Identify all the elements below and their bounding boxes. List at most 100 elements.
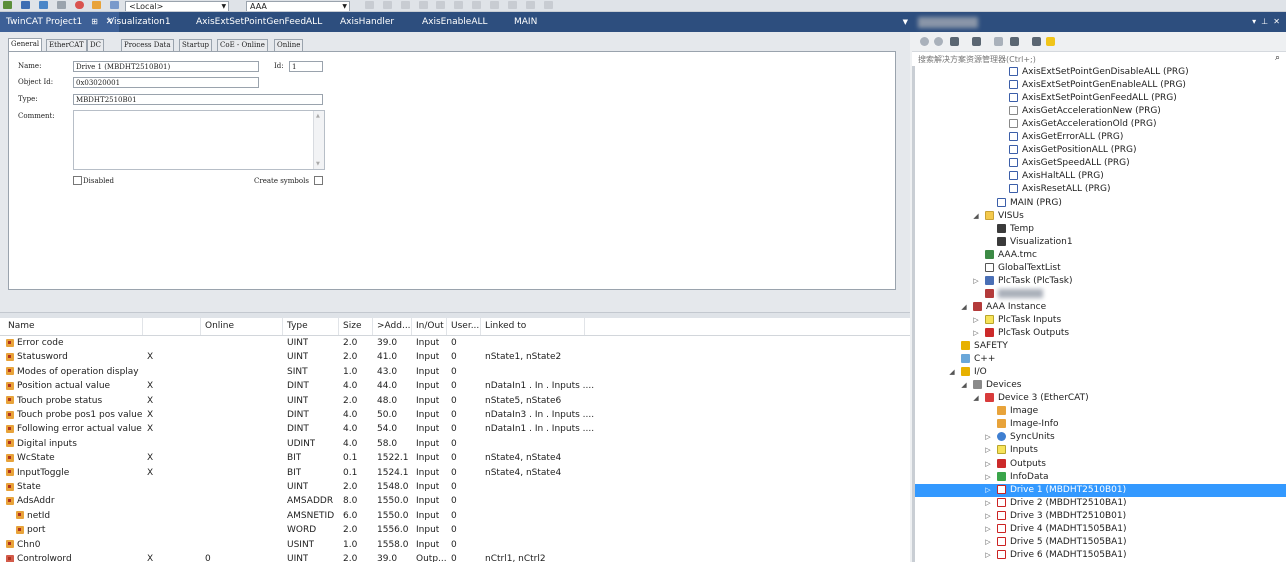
column-size[interactable]: Size	[339, 318, 373, 335]
tree-node[interactable]: ▷ PlcTask (PlcTask)	[973, 275, 1072, 288]
create-symbols-checkbox[interactable]	[314, 176, 323, 185]
scroll-up-icon[interactable]: ▲	[316, 113, 320, 119]
expand-arrow-icon[interactable]: ▷	[983, 536, 993, 549]
search-icon[interactable]: ⌕	[1275, 53, 1280, 63]
table-row[interactable]: Controlword X 0 UINT 2.0 39.0 Outp... 0 nCtrl1, …	[0, 552, 910, 562]
toggle-icon[interactable]	[110, 1, 120, 9]
table-row[interactable]: WcState X BIT 0.1 1522.1 Input 0 nState4, nStat…	[0, 451, 910, 465]
search-input[interactable]	[918, 53, 1258, 65]
object-id-field[interactable]: 0x03020001	[73, 77, 259, 88]
tree-node[interactable]: ◢ I/O	[949, 366, 987, 379]
table-row[interactable]: Error code UINT 2.0 39.0 Input 0	[0, 336, 910, 350]
type-field[interactable]: MBDHT2510B01	[73, 94, 323, 105]
column-name[interactable]: Name	[0, 318, 143, 335]
table-row[interactable]: Touch probe pos1 pos value X DINT 4.0 50.0 In…	[0, 408, 910, 422]
column-type[interactable]: Type	[283, 318, 339, 335]
tree-node[interactable]: ▷ Drive 2 (MBDHT2510BA1)	[985, 497, 1127, 510]
tree-node[interactable]: AxisGetAccelerationNew (PRG)	[1009, 105, 1161, 118]
table-row[interactable]: Touch probe status X UINT 2.0 48.0 Input 0 nSta…	[0, 394, 910, 408]
table-row[interactable]: Position actual value X DINT 4.0 44.0 Input 0 n…	[0, 379, 910, 393]
expand-arrow-icon[interactable]: ▷	[971, 327, 981, 340]
tree-node[interactable]: ◢ Devices	[961, 379, 1021, 392]
activate-config-icon[interactable]	[20, 1, 30, 9]
back-icon[interactable]	[920, 37, 929, 46]
tree-node[interactable]: AxisHaltALL (PRG)	[1009, 170, 1104, 183]
refresh-icon[interactable]	[490, 1, 499, 9]
tree-node[interactable]: ▷ SyncUnits	[985, 431, 1055, 444]
column-address[interactable]: >Add...	[373, 318, 412, 335]
tree-node[interactable]: ◢ VISUs	[973, 210, 1024, 223]
table-row[interactable]: State UINT 2.0 1548.0 Input 0	[0, 480, 910, 494]
refresh-icon[interactable]	[994, 37, 1003, 46]
expand-arrow-icon[interactable]: ▷	[983, 549, 993, 562]
scan-icon[interactable]	[92, 1, 102, 9]
table-row[interactable]: InputToggle X BIT 0.1 1524.1 Input 0 nState4, n…	[0, 466, 910, 480]
name-field[interactable]: Drive 1 (MBDHT2510B01)	[73, 61, 259, 72]
window-icon[interactable]	[507, 1, 517, 9]
tree-node[interactable]: Image	[997, 405, 1038, 418]
wrench-icon[interactable]	[56, 1, 66, 9]
scroll-down-icon[interactable]: ▼	[316, 161, 320, 167]
restart-icon[interactable]	[38, 1, 48, 9]
tree-node[interactable]: ▷ InfoData	[985, 471, 1049, 484]
redo-icon[interactable]	[543, 1, 553, 9]
stop-icon[interactable]	[400, 1, 410, 9]
column-online[interactable]: Online	[201, 318, 283, 335]
tab-overflow-icon[interactable]: ▼	[903, 12, 908, 32]
tree-node[interactable]: ▷ Drive 3 (MBDHT2510B01)	[985, 510, 1126, 523]
expand-arrow-icon[interactable]: ▷	[983, 510, 993, 523]
tree-node[interactable]: ▷ PlcTask Inputs	[973, 314, 1061, 327]
tree-node[interactable]: AxisGetPositionALL (PRG)	[1009, 144, 1136, 157]
step-out-icon[interactable]	[472, 1, 482, 9]
scrollbar[interactable]: ▲ ▼	[313, 111, 324, 169]
tree-node[interactable]: C++	[961, 353, 995, 366]
collapse-arrow-icon[interactable]: ◢	[959, 379, 969, 392]
plc-project-select[interactable]: AAA ▼	[246, 1, 350, 11]
table-row[interactable]: Statusword X UINT 2.0 41.0 Input 0 nState1, nSt…	[0, 350, 910, 364]
step-icon[interactable]	[436, 1, 446, 9]
table-row[interactable]: Digital inputs UDINT 4.0 58.0 Input 0	[0, 437, 910, 451]
close-icon[interactable]: ✕	[1273, 17, 1280, 26]
tree-node[interactable]: ◢ AAA Instance	[961, 301, 1046, 314]
sync-icon[interactable]	[972, 37, 981, 46]
tree-node[interactable]	[985, 288, 1043, 301]
tab-axis-handler[interactable]: AxisHandler	[334, 12, 400, 32]
tree-node[interactable]: AxisExtSetPointGenDisableALL (PRG)	[1009, 66, 1189, 79]
collapse-arrow-icon[interactable]: ◢	[971, 392, 981, 405]
expand-arrow-icon[interactable]: ▷	[983, 458, 993, 471]
home-icon[interactable]	[950, 37, 959, 46]
table-row[interactable]: port WORD 2.0 1556.0 Input 0	[0, 523, 910, 537]
expand-arrow-icon[interactable]: ▷	[983, 523, 993, 536]
tree-node[interactable]: ▷ Outputs	[985, 458, 1046, 471]
build-icon[interactable]	[3, 1, 12, 9]
step-over-icon[interactable]	[454, 1, 464, 9]
tree-node[interactable]: AxisGetSpeedALL (PRG)	[1009, 157, 1130, 170]
preview-icon[interactable]	[1046, 37, 1055, 46]
tree-node[interactable]: Visualization1	[997, 236, 1073, 249]
tab-main[interactable]: MAIN	[508, 12, 543, 32]
collapse-arrow-icon[interactable]: ◢	[947, 366, 957, 379]
tab-axis-ext-setpoint-gen-feed[interactable]: AxisExtSetPointGenFeedALL	[190, 12, 328, 32]
tree-node[interactable]: ▷ Drive 6 (MADHT1505BA1)	[985, 549, 1127, 562]
column-user[interactable]: User...	[447, 318, 481, 335]
table-row[interactable]: AdsAddr AMSADDR 8.0 1550.0 Input 0	[0, 494, 910, 508]
dropdown-icon[interactable]: ▾	[1252, 17, 1256, 26]
login-icon[interactable]	[364, 1, 374, 9]
tree-node[interactable]: ▷ PlcTask Outputs	[973, 327, 1069, 340]
tab-visualization1[interactable]: Visualization1	[102, 12, 177, 32]
expand-arrow-icon[interactable]: ▷	[983, 497, 993, 510]
expand-arrow-icon[interactable]: ▷	[971, 314, 981, 327]
column-in-out[interactable]: In/Out	[412, 318, 447, 335]
expand-arrow-icon[interactable]: ▷	[983, 484, 993, 497]
expand-arrow-icon[interactable]: ▷	[971, 275, 981, 288]
tree-node[interactable]: AxisGetAccelerationOld (PRG)	[1009, 118, 1156, 131]
tree-node[interactable]: AAA.tmc	[985, 249, 1037, 262]
breakpoint-icon[interactable]	[418, 1, 428, 9]
table-row[interactable]: Chn0 USINT 1.0 1558.0 Input 0	[0, 538, 910, 552]
collapse-arrow-icon[interactable]: ◢	[971, 210, 981, 223]
target-system-select[interactable]: <Local> ▼	[125, 1, 230, 11]
tree-node[interactable]: ▷ Inputs	[985, 444, 1038, 457]
table-row[interactable]: netId AMSNETID 6.0 1550.0 Input 0	[0, 509, 910, 523]
forward-icon[interactable]	[934, 37, 943, 46]
tree-node[interactable]: ▷ Drive 5 (MADHT1505BA1)	[985, 536, 1127, 549]
